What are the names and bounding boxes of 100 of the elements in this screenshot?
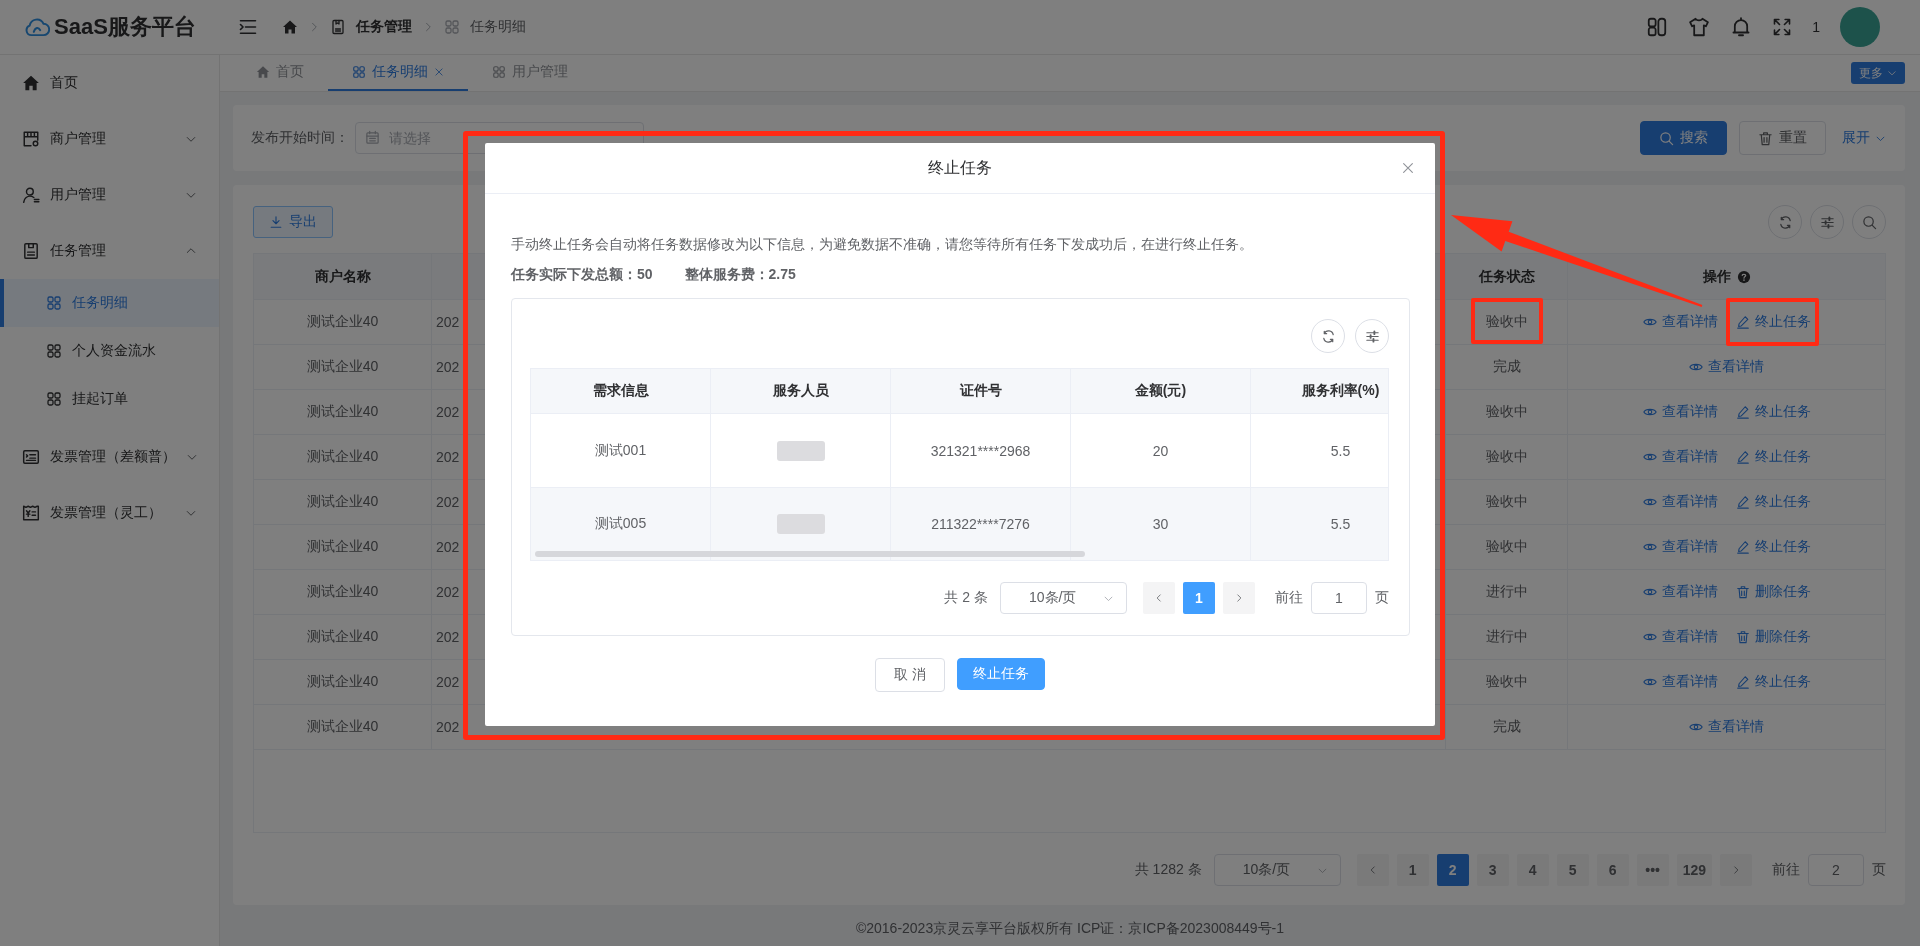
breadcrumb-link[interactable]: 任务管理	[356, 18, 412, 36]
stop-task-button[interactable]: 终止任务	[956, 658, 1045, 690]
table-cell: 测试001	[531, 414, 711, 487]
table-cell: 测试企业40	[254, 525, 432, 569]
blurred-text	[776, 514, 825, 534]
summary-text: 任务实际下发总额：50	[511, 266, 653, 284]
download-icon	[269, 215, 283, 229]
sidebar-item[interactable]: 首页	[0, 55, 219, 111]
refresh-icon	[1777, 214, 1793, 230]
page-button[interactable]: 5	[1556, 854, 1589, 886]
breadcrumb-current: 任务明细	[470, 18, 526, 36]
sidebar-subitem[interactable]: 任务明细	[0, 279, 219, 327]
view-details-link[interactable]: 查看详情	[1689, 718, 1764, 736]
delete-task-link[interactable]: 删除任务	[1735, 628, 1811, 646]
summary-text: 整体服务费：2.75	[684, 266, 796, 284]
reset-button[interactable]: 重置	[1739, 121, 1826, 155]
view-details-link[interactable]: 查看详情	[1642, 493, 1718, 511]
stop-task-link[interactable]: 终止任务	[1735, 448, 1811, 466]
search-button[interactable]: 搜索	[1640, 121, 1727, 155]
page-button[interactable]: 6	[1596, 854, 1629, 886]
page-size-select[interactable]: 10条/页	[1000, 582, 1127, 614]
stop-task-link[interactable]: 终止任务	[1735, 493, 1811, 511]
home-icon[interactable]	[282, 19, 298, 35]
shirt-icon[interactable]	[1688, 16, 1711, 38]
expand-link[interactable]: 展开	[1838, 129, 1886, 147]
cancel-button[interactable]: 取 消	[875, 658, 945, 692]
grid-icon	[352, 65, 366, 79]
table-cell: 测试企业40	[254, 570, 432, 614]
refresh-button[interactable]	[1311, 319, 1345, 353]
sidebar-item[interactable]: 发票管理（灵工）	[0, 485, 219, 541]
refresh-button[interactable]	[1768, 205, 1802, 239]
total-count: 共 2 条	[944, 589, 988, 607]
delete-task-link[interactable]: 删除任务	[1735, 583, 1811, 601]
stop-task-link[interactable]: 终止任务	[1735, 403, 1811, 421]
page-input[interactable]: 2	[1808, 854, 1864, 886]
page-button[interactable]: 4	[1516, 854, 1549, 886]
column-settings-button[interactable]	[1355, 319, 1389, 353]
page-unit-label: 页	[1375, 589, 1389, 607]
view-details-link[interactable]: 查看详情	[1642, 673, 1718, 691]
table-cell: 验收中	[1446, 435, 1568, 479]
page-unit-label: 页	[1872, 861, 1886, 879]
search-toggle-button[interactable]	[1852, 205, 1886, 239]
more-button[interactable]: 更多	[1851, 62, 1905, 84]
chevron-right-icon	[1731, 865, 1741, 875]
page-button[interactable]: 1	[1396, 854, 1429, 886]
pencil-icon	[1735, 495, 1750, 509]
menu-icon[interactable]	[238, 17, 258, 37]
view-details-link[interactable]: 查看详情	[1642, 448, 1718, 466]
page-button[interactable]: •••	[1636, 854, 1669, 886]
stop-task-link[interactable]: 终止任务	[1735, 538, 1811, 556]
home-icon	[22, 74, 40, 92]
page-size-select[interactable]: 10条/页	[1213, 854, 1341, 886]
stop-task-link[interactable]: 终止任务	[1735, 673, 1811, 691]
dialog-title: 终止任务	[928, 157, 992, 178]
column-settings-button[interactable]	[1810, 205, 1844, 239]
logo-text: SaaS服务平台	[54, 13, 196, 41]
view-details-link[interactable]: 查看详情	[1642, 583, 1718, 601]
sidebar-item[interactable]: 商户管理	[0, 111, 219, 167]
sidebar-subitem[interactable]: 个人资金流水	[0, 327, 219, 375]
notice-count: 1	[1812, 19, 1820, 35]
sidebar-item[interactable]: 用户管理	[0, 167, 219, 223]
tab[interactable]: 任务明细	[328, 55, 468, 91]
sliders-icon	[1364, 328, 1380, 344]
view-details-link[interactable]: 查看详情	[1642, 628, 1718, 646]
search-icon	[1861, 214, 1877, 230]
page-button[interactable]: 2	[1436, 854, 1469, 886]
sidebar-item[interactable]: 发票管理（差额普）	[0, 429, 219, 485]
export-button[interactable]: 导出	[253, 206, 333, 238]
view-details-link[interactable]: 查看详情	[1642, 538, 1718, 556]
view-details-link[interactable]: 查看详情	[1642, 313, 1718, 331]
table-cell: 测试企业40	[254, 660, 432, 704]
table-cell: 测试企业40	[254, 705, 432, 749]
pencil-icon	[1735, 405, 1750, 419]
view-details-link[interactable]: 查看详情	[1689, 358, 1764, 376]
page-button[interactable]: 1	[1183, 582, 1215, 614]
avatar[interactable]	[1840, 7, 1880, 47]
sidebar-subitem[interactable]: 挂起订单	[0, 375, 219, 423]
view-details-link[interactable]: 查看详情	[1642, 403, 1718, 421]
layout-icon[interactable]	[1646, 16, 1669, 38]
chevron-left-icon	[1154, 593, 1164, 603]
invoice-icon	[22, 448, 40, 466]
column-header: 操作	[1702, 267, 1731, 286]
close-icon[interactable]	[1401, 161, 1415, 175]
page-button[interactable]: 3	[1476, 854, 1509, 886]
close-icon[interactable]	[434, 67, 444, 77]
copyright-text: ©2016-2023京灵云享平台版权所有 ICP证：京ICP备2023008449号-1	[855, 920, 1285, 938]
stop-task-link[interactable]: 终止任务	[1735, 313, 1811, 331]
horizontal-scrollbar[interactable]	[535, 551, 1085, 557]
pencil-icon	[1735, 675, 1750, 689]
table-cell: 测试企业40	[254, 390, 432, 434]
fullscreen-icon[interactable]	[1772, 17, 1793, 37]
table-cell: 测试企业40	[254, 300, 432, 344]
sidebar-item[interactable]: 任务管理	[0, 223, 219, 279]
page-input[interactable]: 1	[1311, 582, 1367, 614]
pencil-icon	[1735, 315, 1750, 329]
column-header: 服务利率(%)	[1301, 382, 1380, 400]
total-count: 共 1282 条	[1134, 861, 1202, 879]
page-button[interactable]: 129	[1676, 854, 1712, 886]
filter-label: 发布开始时间：	[251, 129, 349, 147]
blurred-text	[776, 440, 825, 461]
